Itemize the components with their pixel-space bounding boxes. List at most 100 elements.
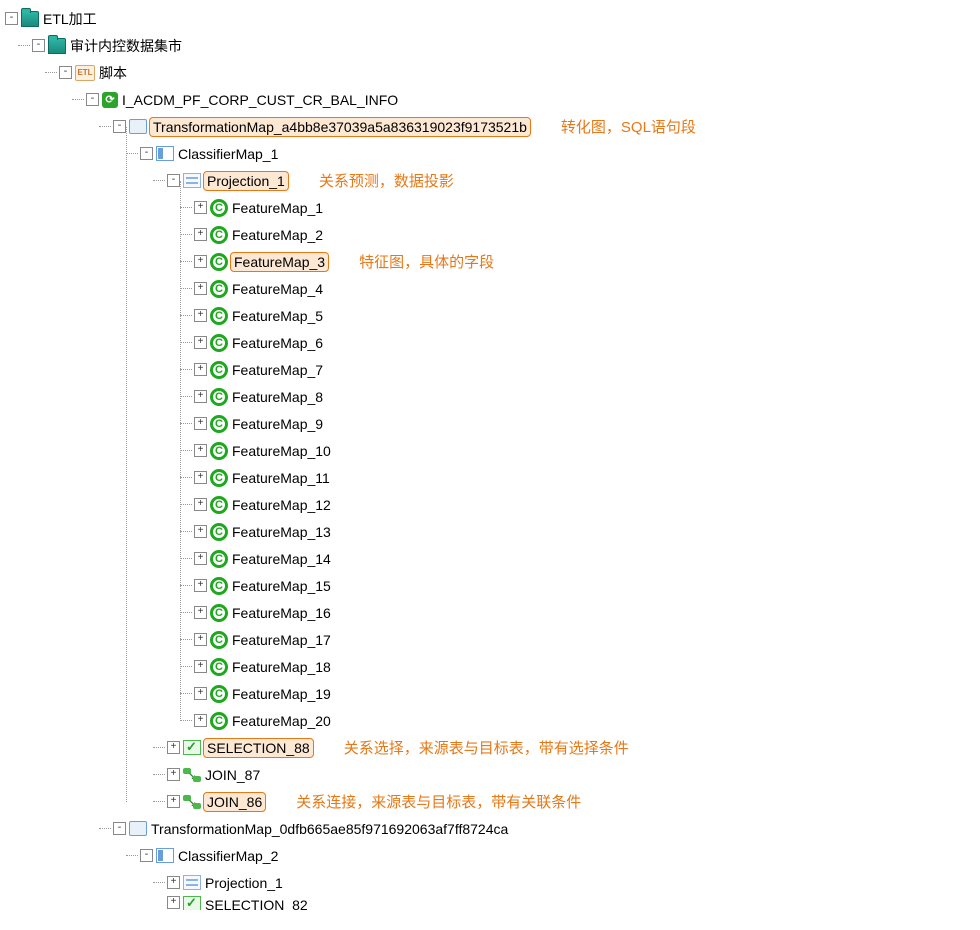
node-label: FeatureMap_7 [230,361,325,379]
annotation: 特征图，具体的字段 [359,251,494,272]
expand-icon[interactable]: + [194,606,207,619]
node-label: FeatureMap_3 [230,252,329,272]
node-classifier-map-1[interactable]: - ClassifierMap_1 [140,140,980,167]
collapse-icon[interactable]: - [86,93,99,106]
tree-view: - ETL加工 - 审计内控数据集市 - ETL 脚本 - ⟳ I_ACDM_P… [5,5,980,910]
folder-icon [21,10,39,28]
expand-icon[interactable]: + [194,390,207,403]
join-icon: ↘ [183,768,201,782]
projection-icon [183,875,201,890]
expand-icon[interactable]: + [194,714,207,727]
node-etl-root[interactable]: - ETL加工 [5,5,980,32]
node-label: FeatureMap_18 [230,658,333,676]
node-label: SELECTION_82 [203,896,310,910]
expand-icon[interactable]: + [194,201,207,214]
node-feature-map[interactable]: +CFeatureMap_10 [194,437,980,464]
node-feature-map[interactable]: +CFeatureMap_19 [194,680,980,707]
expand-icon[interactable]: + [167,768,180,781]
node-projection-2[interactable]: + Projection_1 [167,869,980,896]
node-feature-map[interactable]: +CFeatureMap_12 [194,491,980,518]
expand-icon[interactable]: + [194,228,207,241]
node-label: ClassifierMap_2 [176,847,280,865]
expand-icon[interactable]: + [194,525,207,538]
collapse-icon[interactable]: - [140,849,153,862]
expand-icon[interactable]: + [194,498,207,511]
collapse-icon[interactable]: - [5,12,18,25]
expand-icon[interactable]: + [167,896,180,909]
feature-map-icon: C [210,658,228,676]
expand-icon[interactable]: + [194,255,207,268]
node-projection-1[interactable]: - Projection_1 关系预测，数据投影 [167,167,980,194]
node-transformation-map-1[interactable]: - TransformationMap_a4bb8e37039a5a836319… [113,113,980,140]
node-feature-map[interactable]: +CFeatureMap_8 [194,383,980,410]
expand-icon[interactable]: + [194,444,207,457]
node-label: FeatureMap_20 [230,712,333,730]
expand-icon[interactable]: + [194,687,207,700]
node-label: SELECTION_88 [203,738,314,758]
node-label: Projection_1 [203,171,289,191]
expand-icon[interactable]: + [167,876,180,889]
node-feature-map[interactable]: +CFeatureMap_20 [194,707,980,734]
expand-icon[interactable]: + [194,417,207,430]
node-join-86[interactable]: + ↘ JOIN_86 关系连接，来源表与目标表，带有关联条件 [167,788,980,815]
node-label: FeatureMap_4 [230,280,325,298]
node-label: FeatureMap_1 [230,199,325,217]
expand-icon[interactable]: + [194,471,207,484]
projection-icon [183,173,201,188]
feature-map-icon: C [210,388,228,406]
node-feature-map[interactable]: +CFeatureMap_14 [194,545,980,572]
feature-map-icon: C [210,685,228,703]
node-script[interactable]: - ETL 脚本 [59,59,980,86]
node-transformation-map-2[interactable]: - TransformationMap_0dfb665ae85f97169206… [113,815,980,842]
expand-icon[interactable]: + [194,552,207,565]
node-selection-88[interactable]: + SELECTION_88 关系选择，来源表与目标表，带有选择条件 [167,734,980,761]
node-feature-map[interactable]: +CFeatureMap_5 [194,302,980,329]
feature-map-icon: C [210,496,228,514]
node-feature-map[interactable]: +CFeatureMap_2 [194,221,980,248]
node-selection-82[interactable]: + SELECTION_82 [167,896,980,910]
etl-icon: ETL [75,65,95,81]
feature-map-icon: C [210,550,228,568]
collapse-icon[interactable]: - [32,39,45,52]
expand-icon[interactable]: + [194,633,207,646]
collapse-icon[interactable]: - [167,174,180,187]
node-label: FeatureMap_16 [230,604,333,622]
node-feature-map[interactable]: +CFeatureMap_11 [194,464,980,491]
node-feature-map[interactable]: +CFeatureMap_4 [194,275,980,302]
feature-map-icon: C [210,442,228,460]
node-audit-datamart[interactable]: - 审计内控数据集市 [32,32,980,59]
node-feature-map[interactable]: +CFeatureMap_1 [194,194,980,221]
folder-icon [48,37,66,55]
expand-icon[interactable]: + [194,363,207,376]
node-feature-map[interactable]: +CFeatureMap_17 [194,626,980,653]
node-feature-map[interactable]: +CFeatureMap_9 [194,410,980,437]
feature-map-icon: C [210,604,228,622]
node-feature-map[interactable]: +CFeatureMap_7 [194,356,980,383]
node-feature-map[interactable]: +CFeatureMap_13 [194,518,980,545]
selection-icon [183,740,201,755]
node-feature-map[interactable]: +CFeatureMap_6 [194,329,980,356]
expand-icon[interactable]: + [194,336,207,349]
node-label: FeatureMap_6 [230,334,325,352]
expand-icon[interactable]: + [194,309,207,322]
expand-icon[interactable]: + [167,741,180,754]
collapse-icon[interactable]: - [59,66,72,79]
node-classifier-map-2[interactable]: - ClassifierMap_2 [140,842,980,869]
node-acdm[interactable]: - ⟳ I_ACDM_PF_CORP_CUST_CR_BAL_INFO [86,86,980,113]
collapse-icon[interactable]: - [140,147,153,160]
node-feature-map[interactable]: +CFeatureMap_16 [194,599,980,626]
node-join-87[interactable]: + ↘ JOIN_87 [167,761,980,788]
feature-map-icon: C [210,523,228,541]
node-label: FeatureMap_8 [230,388,325,406]
expand-icon[interactable]: + [194,579,207,592]
expand-icon[interactable]: + [194,660,207,673]
node-label: FeatureMap_19 [230,685,333,703]
node-feature-map[interactable]: +CFeatureMap_18 [194,653,980,680]
node-label: Projection_1 [203,874,285,892]
node-feature-map[interactable]: +CFeatureMap_15 [194,572,980,599]
expand-icon[interactable]: + [167,795,180,808]
collapse-icon[interactable]: - [113,120,126,133]
expand-icon[interactable]: + [194,282,207,295]
node-feature-map[interactable]: +CFeatureMap_3特征图，具体的字段 [194,248,980,275]
collapse-icon[interactable]: - [113,822,126,835]
